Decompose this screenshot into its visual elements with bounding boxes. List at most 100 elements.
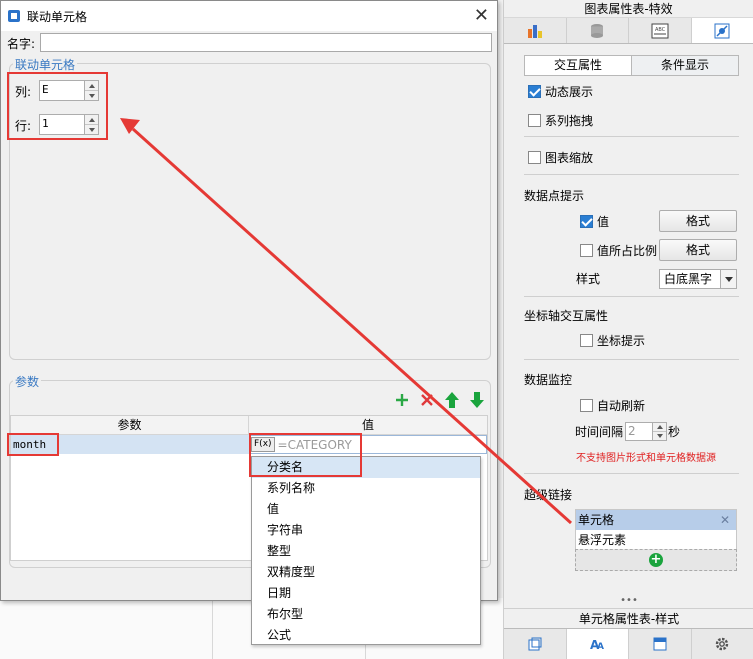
column-header-value: 值 bbox=[361, 418, 374, 432]
chevron-down-icon[interactable] bbox=[720, 270, 736, 288]
row-value[interactable]: 1 bbox=[39, 114, 85, 135]
auto-refresh-row[interactable]: 自动刷新 bbox=[580, 396, 645, 414]
divider bbox=[524, 359, 739, 360]
tip-percent-row[interactable]: 值所占比例 bbox=[580, 241, 657, 259]
linked-cell-group bbox=[9, 63, 491, 360]
style-icon[interactable]: ABC bbox=[629, 18, 692, 43]
property-subtabs: 交互属性 条件显示 bbox=[524, 55, 739, 76]
axis-tip-checkbox[interactable] bbox=[580, 333, 593, 347]
table-row[interactable]: month F(x) =CATEGORY bbox=[11, 435, 487, 454]
move-down-icon[interactable] bbox=[469, 391, 485, 409]
hyperlink-item-float[interactable]: 悬浮元素 bbox=[576, 530, 736, 550]
row-spinner[interactable]: 1 bbox=[39, 114, 99, 135]
option-series-name[interactable]: 系列名称 bbox=[252, 478, 480, 499]
value-input[interactable]: =CATEGORY bbox=[278, 438, 352, 452]
spinner-up-icon[interactable] bbox=[85, 81, 98, 91]
font-style-icon[interactable]: AA bbox=[566, 629, 629, 659]
add-icon: + bbox=[649, 552, 663, 567]
formula-icon[interactable]: F(x) bbox=[251, 437, 275, 452]
spinner-down-icon[interactable] bbox=[85, 125, 98, 134]
params-legend: 参数 bbox=[13, 373, 42, 390]
interval-value[interactable]: 2 bbox=[625, 422, 653, 441]
tip-style-select[interactable]: 白底黑字 bbox=[659, 269, 737, 289]
column-header-param: 参数 bbox=[11, 416, 249, 434]
dynamic-show-row[interactable]: 动态展示 bbox=[528, 82, 593, 100]
splitter-handle[interactable]: ••• bbox=[504, 596, 753, 608]
auto-refresh-checkbox[interactable] bbox=[580, 398, 593, 412]
tip-style-label: 样式 bbox=[576, 272, 601, 286]
delete-icon[interactable] bbox=[419, 392, 435, 408]
column-spinner[interactable]: E bbox=[39, 80, 99, 101]
data-icon[interactable] bbox=[566, 18, 629, 43]
interval-unit: 秒 bbox=[668, 425, 681, 439]
dynamic-show-checkbox[interactable] bbox=[528, 84, 541, 98]
option-boolean[interactable]: 布尔型 bbox=[252, 604, 480, 625]
datapoint-tip-header: 数据点提示 bbox=[524, 189, 585, 203]
data-source-warning: 不支持图片形式和单元格数据源 bbox=[576, 453, 716, 464]
hyperlink-item-label: 单元格 bbox=[578, 513, 615, 527]
dialog-titlebar[interactable]: 联动单元格 ✕ bbox=[1, 1, 497, 31]
close-icon[interactable]: ✕ bbox=[474, 6, 489, 26]
svg-text:ABC: ABC bbox=[655, 27, 666, 33]
panel-icon-tabs: ABC bbox=[504, 18, 753, 44]
option-string[interactable]: 字符串 bbox=[252, 520, 480, 541]
app-icon bbox=[8, 10, 20, 22]
option-category-name[interactable]: 分类名 bbox=[252, 457, 480, 478]
spinner-down-icon[interactable] bbox=[653, 432, 666, 440]
table-header: 参数 值 bbox=[11, 416, 487, 435]
value-cell-editor[interactable]: F(x) =CATEGORY bbox=[249, 435, 487, 454]
interval-spinner[interactable]: 2 bbox=[625, 422, 667, 441]
series-drag-label: 系列拖拽 bbox=[545, 113, 594, 128]
axis-tip-label: 坐标提示 bbox=[597, 333, 646, 348]
cell-panel-tabs: AA bbox=[504, 628, 753, 659]
panel-title: 图表属性表-特效 bbox=[504, 0, 753, 18]
grid-line bbox=[212, 598, 213, 659]
settings-icon[interactable] bbox=[691, 629, 753, 659]
move-up-icon[interactable] bbox=[444, 391, 460, 409]
param-cell[interactable]: month bbox=[11, 435, 249, 454]
hyperlink-list: 单元格 ✕ 悬浮元素 bbox=[575, 509, 737, 551]
widget-icon[interactable] bbox=[629, 629, 692, 659]
row-label: 行: bbox=[15, 119, 32, 133]
divider bbox=[524, 473, 739, 474]
divider bbox=[524, 296, 739, 297]
series-drag-row[interactable]: 系列拖拽 bbox=[528, 111, 593, 129]
tip-percent-checkbox[interactable] bbox=[580, 243, 593, 257]
spinner-up-icon[interactable] bbox=[653, 423, 666, 432]
option-date[interactable]: 日期 bbox=[252, 583, 480, 604]
dynamic-show-label: 动态展示 bbox=[545, 84, 594, 99]
tip-value-row[interactable]: 值 bbox=[580, 212, 609, 230]
chart-zoom-checkbox[interactable] bbox=[528, 150, 541, 164]
chart-zoom-row[interactable]: 图表缩放 bbox=[528, 148, 593, 166]
tip-style-value: 白底黑字 bbox=[664, 272, 713, 286]
value-format-button[interactable]: 格式 bbox=[659, 210, 737, 232]
auto-refresh-label: 自动刷新 bbox=[597, 398, 646, 413]
tip-value-checkbox[interactable] bbox=[580, 214, 593, 228]
add-icon[interactable] bbox=[394, 392, 410, 408]
add-hyperlink-button[interactable]: + bbox=[575, 549, 737, 571]
axis-tip-row[interactable]: 坐标提示 bbox=[580, 331, 645, 349]
chart-zoom-label: 图表缩放 bbox=[545, 150, 594, 165]
effects-icon[interactable] bbox=[691, 18, 753, 43]
spinner-up-icon[interactable] bbox=[85, 115, 98, 125]
interval-label: 时间间隔 bbox=[575, 425, 624, 439]
column-value[interactable]: E bbox=[39, 80, 85, 101]
option-value[interactable]: 值 bbox=[252, 499, 480, 520]
chart-property-panel: 图表属性表-特效 ABC 交互属性 条件显示 动态展示 系列拖拽 图表缩放 数据… bbox=[503, 0, 753, 659]
name-input[interactable] bbox=[40, 33, 492, 52]
option-double[interactable]: 双精度型 bbox=[252, 562, 480, 583]
tab-interaction[interactable]: 交互属性 bbox=[525, 56, 632, 75]
option-formula[interactable]: 公式 bbox=[252, 625, 480, 646]
chart-type-icon[interactable] bbox=[504, 18, 567, 43]
series-drag-checkbox[interactable] bbox=[528, 113, 541, 127]
cell-element-icon[interactable] bbox=[504, 629, 567, 659]
option-integer[interactable]: 整型 bbox=[252, 541, 480, 562]
hyperlink-item-cell[interactable]: 单元格 ✕ bbox=[576, 510, 736, 530]
hyperlink-item-label: 悬浮元素 bbox=[578, 533, 627, 547]
column-label: 列: bbox=[15, 85, 32, 99]
percent-format-button[interactable]: 格式 bbox=[659, 239, 737, 261]
spinner-down-icon[interactable] bbox=[85, 91, 98, 100]
tab-condition-display[interactable]: 条件显示 bbox=[632, 56, 738, 75]
close-icon[interactable]: ✕ bbox=[720, 510, 730, 530]
divider bbox=[524, 174, 739, 175]
